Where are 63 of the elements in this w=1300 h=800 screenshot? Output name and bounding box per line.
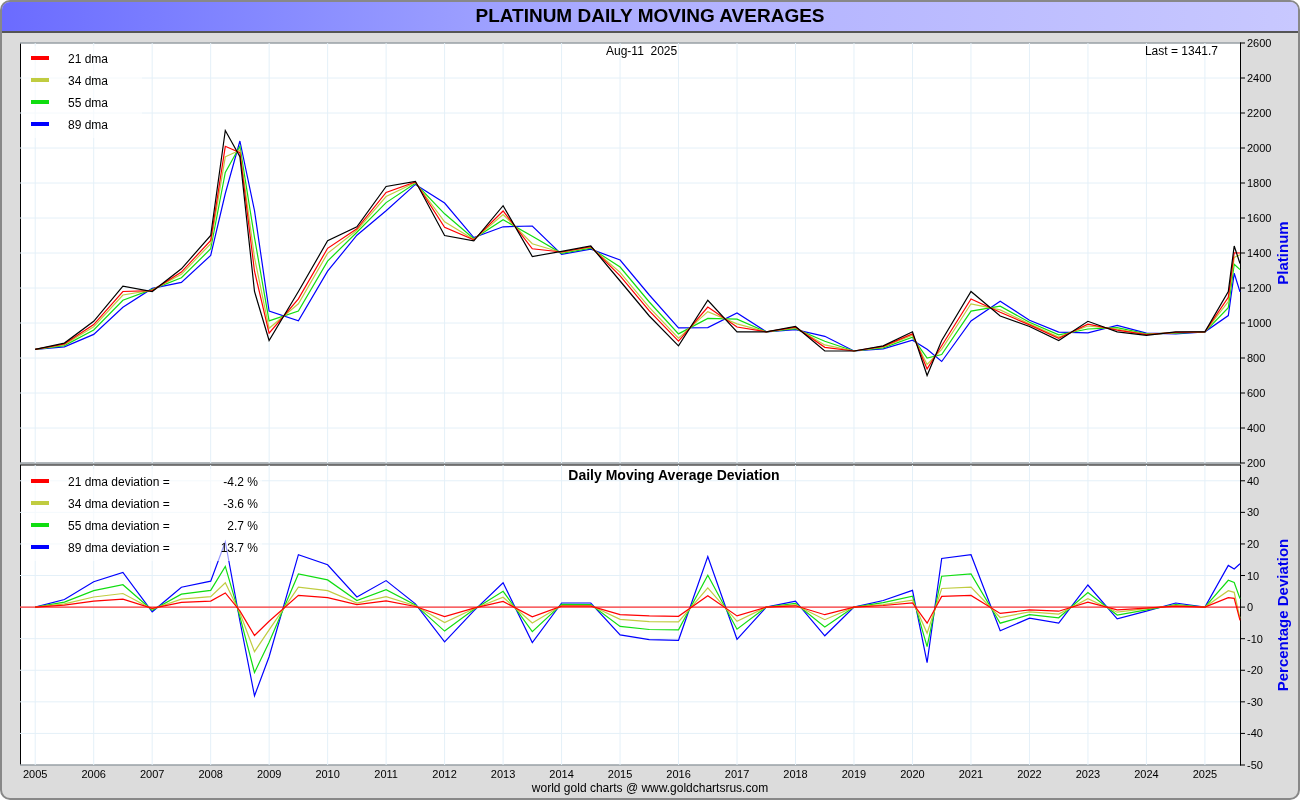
axis-tick-label: 2024	[1134, 768, 1159, 780]
chart-subtitle: Daily Moving Average Deviation	[568, 467, 780, 483]
axis-tick-label: -10	[1247, 632, 1263, 645]
axis-tick-label: 2013	[490, 768, 516, 780]
legend-label: 34 dma deviation =	[68, 497, 170, 511]
legend-value: 13.7 %	[220, 541, 258, 555]
date-label: Aug-11 2025	[606, 44, 678, 58]
footer-credit: world gold charts @ www.goldchartsrus.com	[531, 781, 769, 795]
axis-tick-label: 2018	[783, 768, 808, 780]
legend-label: 89 dma	[68, 118, 109, 132]
axis-title: Platinum	[1274, 221, 1291, 285]
axis-tick-label: 40	[1247, 474, 1260, 487]
axis-tick-label: -20	[1247, 664, 1263, 677]
axis-tick-label: 10	[1247, 569, 1260, 582]
axis-tick-label: 2005	[22, 768, 48, 780]
axis-tick-label: 2017	[724, 768, 750, 780]
axis-tick-label: -30	[1247, 695, 1263, 708]
legend-value: 2.7 %	[227, 519, 258, 533]
axis-tick-label: 2000	[1247, 142, 1272, 154]
axis-tick-label: 2020	[900, 768, 925, 780]
axis-tick-label: 2600	[1247, 37, 1272, 49]
axis-tick-label: 2025	[1192, 768, 1218, 780]
axis-tick-label: 2022	[1017, 768, 1042, 780]
axis-tick-label: 2019	[841, 768, 867, 780]
axis-tick-label: 2006	[81, 768, 106, 780]
axis-tick-label: 200	[1247, 457, 1266, 469]
chart-title: PLATINUM DAILY MOVING AVERAGES	[475, 4, 825, 29]
axis-tick-label: 2008	[198, 768, 223, 780]
axis-title: Percentage Deviation	[1274, 538, 1291, 692]
axis-tick-label: 400	[1247, 422, 1266, 434]
legend-label: 89 dma deviation =	[68, 541, 170, 555]
axis-tick-label: 600	[1247, 387, 1266, 399]
axis-tick-label: 2016	[666, 768, 691, 780]
axis-tick-label: 2200	[1247, 107, 1272, 119]
axis-tick-label: 1000	[1247, 317, 1272, 329]
axis-tick-label: 2009	[256, 768, 282, 780]
legend-label: 34 dma	[68, 74, 109, 88]
legend-value: -4.2 %	[223, 475, 258, 489]
axis-tick-label: -40	[1247, 727, 1263, 740]
legend-value: -3.6 %	[223, 497, 258, 511]
axis-tick-label: 2007	[139, 768, 165, 780]
axis-tick-label: 0	[1247, 601, 1254, 614]
legend-label: 21 dma	[68, 52, 109, 66]
last-price-label: Last = 1341.7	[1144, 44, 1218, 58]
axis-tick-label: 2023	[1075, 768, 1101, 780]
axis-tick-label: 2400	[1247, 72, 1272, 84]
axis-tick-label: 2021	[958, 768, 984, 780]
axis-tick-label: 1600	[1247, 212, 1272, 224]
axis-tick-label: 2015	[607, 768, 633, 780]
axis-tick-label: 1200	[1247, 282, 1272, 294]
axis-tick-label: 2012	[432, 768, 457, 780]
axis-tick-label: 1800	[1247, 177, 1272, 189]
legend-label: 55 dma deviation =	[68, 519, 170, 533]
axis-tick-label: 30	[1247, 506, 1260, 519]
legend-label: 55 dma	[68, 96, 109, 110]
axis-tick-label: -50	[1247, 759, 1263, 771]
axis-tick-label: 2011	[374, 768, 398, 780]
axis-tick-label: 20	[1247, 537, 1260, 550]
axis-tick-label: 800	[1247, 352, 1266, 364]
axis-tick-label: 2010	[315, 768, 340, 780]
legend-label: 21 dma deviation =	[68, 475, 170, 489]
axis-tick-label: 2014	[549, 768, 574, 780]
axis-tick-label: 1400	[1247, 247, 1272, 259]
